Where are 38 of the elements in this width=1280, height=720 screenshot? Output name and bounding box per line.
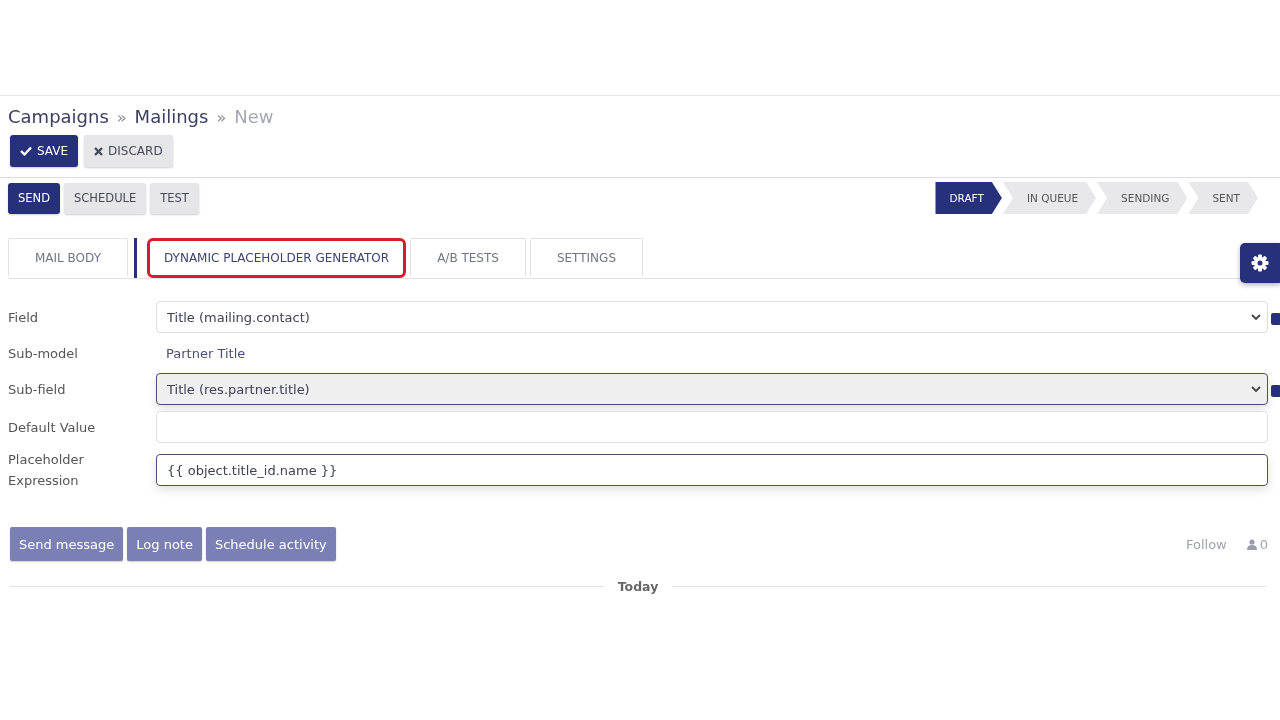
status-stage[interactable]: SENDING (1097, 182, 1188, 214)
field-value: Partner Title (165, 344, 247, 363)
field-label: Placeholder Expression (8, 451, 85, 490)
active-tab-marker (134, 238, 137, 278)
tab[interactable]: DYNAMIC PLACEHOLDER GENERATOR (147, 238, 407, 278)
chatter-button[interactable]: Schedule activity (205, 527, 336, 561)
separator-icon: » (116, 108, 127, 127)
status-stage[interactable]: IN QUEUE (1002, 182, 1097, 214)
status-stage[interactable]: SENT (1188, 182, 1258, 214)
status-stage[interactable]: DRAFT (935, 182, 1002, 214)
breadcrumb-item[interactable]: Campaigns (8, 106, 109, 127)
field-label: Field (8, 308, 39, 327)
input-field[interactable]: {{ object.title_id.name }} (156, 454, 1268, 486)
tab[interactable]: MAIL BODY (8, 238, 128, 276)
field-label: Sub-model (8, 344, 79, 363)
tab[interactable]: SETTINGS (529, 238, 643, 276)
caret-icon (1251, 314, 1261, 321)
field-label: Sub-field (8, 380, 67, 399)
settings-icon (1251, 254, 1269, 272)
tab[interactable]: A/B TESTS (410, 238, 526, 276)
user-icon[interactable] (1246, 538, 1257, 550)
breadcrumb-item[interactable]: Mailings (134, 106, 209, 127)
close-icon (94, 146, 104, 156)
field-label: Default Value (8, 418, 97, 437)
input-field[interactable] (156, 411, 1268, 443)
action-button[interactable]: TEST (150, 182, 199, 214)
save-button[interactable]: SAVE (10, 135, 79, 167)
separator-icon: » (216, 108, 227, 127)
settings-button[interactable] (1240, 243, 1280, 283)
caret-icon (1251, 386, 1261, 393)
check-icon (20, 146, 32, 156)
chatter-button[interactable]: Send message (10, 527, 124, 561)
discard-button[interactable]: DISCARD (84, 135, 173, 167)
breadcrumb-item: New (234, 106, 274, 127)
action-button[interactable]: SEND (8, 182, 61, 214)
chatter-button[interactable]: Log note (127, 527, 202, 561)
action-button[interactable]: SCHEDULE (64, 182, 147, 214)
date-separator: Today (617, 579, 659, 594)
